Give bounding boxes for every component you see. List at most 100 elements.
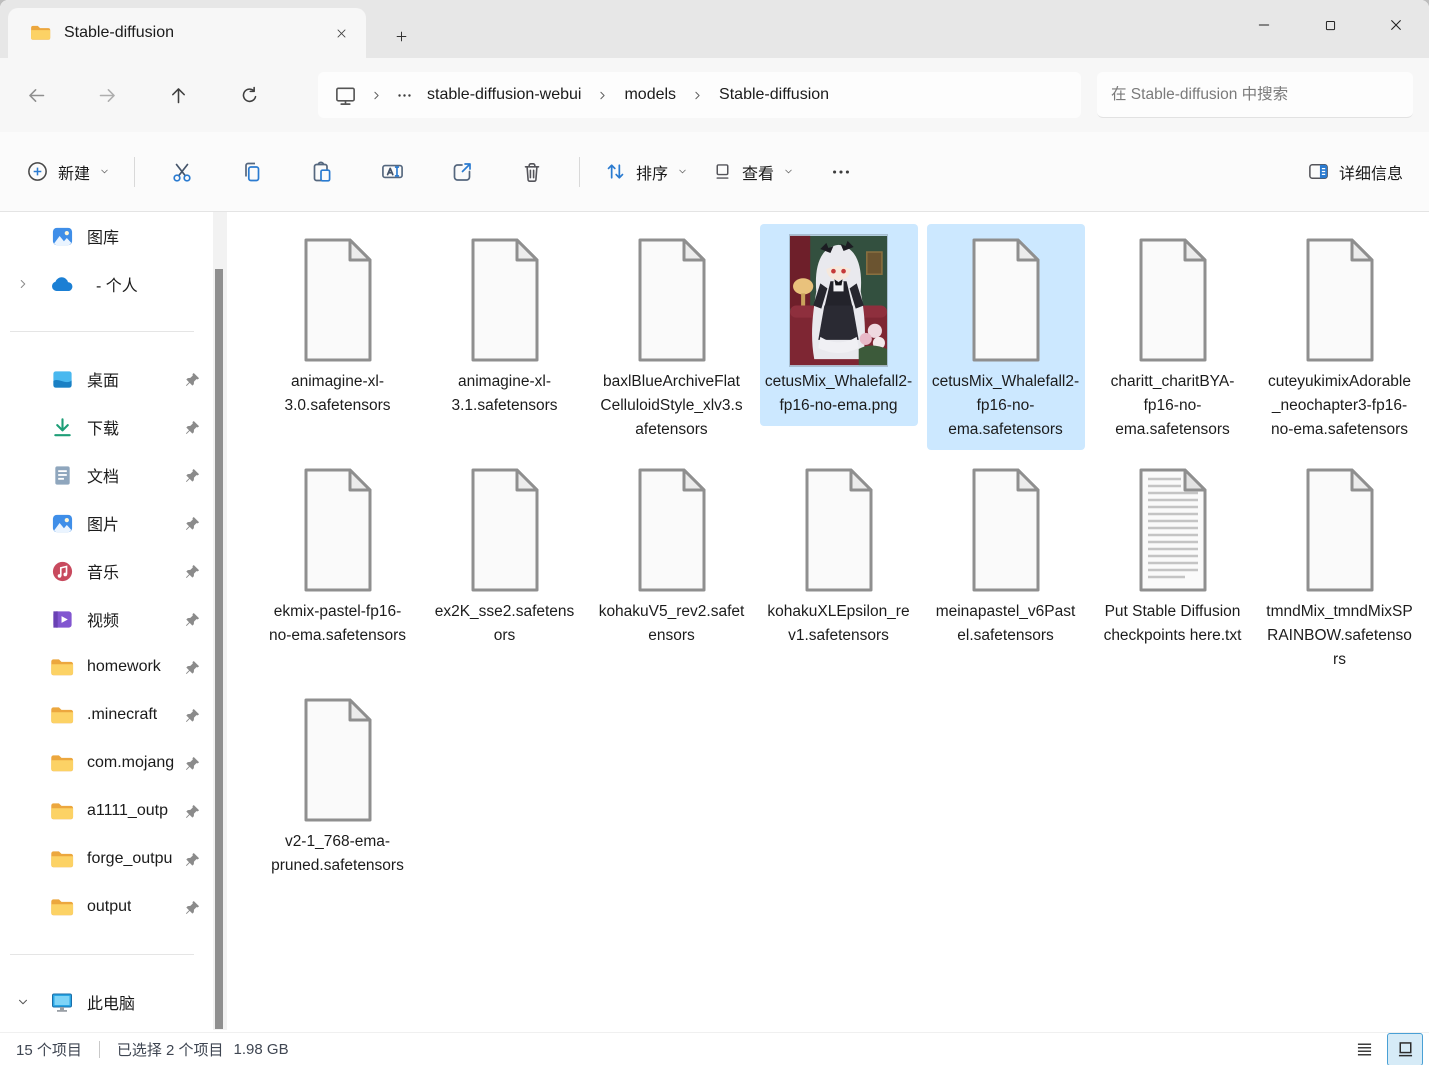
sidebar-scrollbar-thumb[interactable]	[215, 269, 223, 1029]
sidebar-item-videos[interactable]: 视频	[4, 595, 226, 643]
view-button[interactable]: 查看	[700, 150, 806, 194]
toolbar-divider	[134, 157, 135, 187]
breadcrumb: stable-diffusion-webui models Stable-dif…	[318, 72, 1081, 118]
sidebar-item-homework[interactable]: homework	[4, 643, 226, 691]
breadcrumb-item-models[interactable]: models	[616, 82, 684, 108]
file-name: tmndMix_tmndMixSPRAINBOW.safetensors	[1266, 600, 1414, 672]
delete-button[interactable]	[503, 150, 561, 194]
file-name: ex2K_sse2.safetensors	[431, 600, 579, 648]
paste-button[interactable]	[293, 150, 351, 194]
this-pc-icon[interactable]	[328, 84, 363, 107]
file-tile[interactable]: charitt_charitBYA-fp16-no-ema.safetensor…	[1094, 224, 1252, 450]
chevron-down-icon	[677, 166, 688, 177]
plus-circle-icon	[26, 160, 49, 183]
breadcrumb-item-stable-diffusion[interactable]: Stable-diffusion	[711, 82, 837, 108]
file-tile[interactable]: animagine-xl-3.0.safetensors	[259, 224, 417, 426]
window-controls	[1231, 0, 1429, 50]
sidebar-item-onedrive[interactable]: - 个人	[4, 260, 226, 308]
statusbar-divider	[99, 1041, 100, 1058]
copy-icon	[240, 160, 264, 184]
sidebar-item-output[interactable]: output	[4, 883, 226, 931]
maximize-button[interactable]	[1297, 0, 1363, 50]
file-tile[interactable]: ekmix-pastel-fp16-no-ema.safetensors	[259, 454, 417, 656]
more-options-button[interactable]	[812, 150, 870, 194]
file-icon	[1125, 236, 1221, 364]
file-name: animagine-xl-3.1.safetensors	[431, 370, 579, 418]
copy-button[interactable]	[223, 150, 281, 194]
breadcrumb-item-webui[interactable]: stable-diffusion-webui	[419, 82, 589, 108]
back-button[interactable]	[14, 73, 58, 117]
file-name: baxlBlueArchiveFlatCelluloidStyle_xlv3.s…	[598, 370, 746, 442]
file-tile[interactable]: kohakuV5_rev2.safetensors	[593, 454, 751, 656]
file-name: charitt_charitBYA-fp16-no-ema.safetensor…	[1099, 370, 1247, 442]
sidebar-item-desktop[interactable]: 桌面	[4, 355, 226, 403]
sidebar-item-downloads[interactable]: 下载	[4, 403, 226, 451]
folder-icon	[50, 847, 74, 871]
sidebar-item-this-pc[interactable]: 此电脑	[4, 978, 226, 1026]
breadcrumb-overflow-button[interactable]	[390, 87, 419, 104]
file-tile[interactable]: kohakuXLEpsilon_rev1.safetensors	[760, 454, 918, 656]
file-tile[interactable]: baxlBlueArchiveFlatCelluloidStyle_xlv3.s…	[593, 224, 751, 450]
new-button[interactable]: 新建	[14, 150, 122, 194]
sidebar-item-a1111-outp[interactable]: a1111_outp	[4, 787, 226, 835]
sidebar-item-music[interactable]: 音乐	[4, 547, 226, 595]
share-button[interactable]	[433, 150, 491, 194]
chevron-right-icon	[596, 89, 609, 102]
file-icon	[290, 236, 386, 364]
sidebar-item-gallery[interactable]: 图库	[4, 212, 226, 260]
file-icon	[958, 466, 1054, 594]
close-button[interactable]	[1363, 0, 1429, 50]
search-box	[1097, 72, 1413, 118]
minimize-button[interactable]	[1231, 0, 1297, 50]
sidebar-item-documents[interactable]: 文档	[4, 451, 226, 499]
file-tile[interactable]: v2-1_768-ema-pruned.safetensors	[259, 684, 417, 886]
search-input[interactable]	[1111, 86, 1399, 104]
cut-button[interactable]	[153, 150, 211, 194]
folder-icon	[50, 799, 74, 823]
folder-icon	[50, 751, 74, 775]
file-tile[interactable]: animagine-xl-3.1.safetensors	[426, 224, 584, 426]
file-name: kohakuXLEpsilon_rev1.safetensors	[765, 600, 913, 648]
file-tile-selected[interactable]: cetusMix_Whalefall2-fp16-no-ema.safetens…	[927, 224, 1085, 450]
sidebar-separator	[10, 954, 194, 955]
sidebar-item-pictures[interactable]: 图片	[4, 499, 226, 547]
tab-title: Stable-diffusion	[64, 24, 326, 42]
sort-button[interactable]: 排序	[592, 150, 700, 194]
chevron-down-icon[interactable]	[16, 995, 30, 1009]
list-view-button[interactable]	[1347, 1034, 1381, 1064]
pin-icon	[185, 372, 200, 387]
new-button-label: 新建	[58, 160, 90, 184]
file-tile[interactable]: meinapastel_v6Pastel.safetensors	[927, 454, 1085, 656]
chevron-right-icon[interactable]	[16, 277, 30, 291]
file-icon	[791, 466, 887, 594]
sidebar-item-com-mojang[interactable]: com.mojang	[4, 739, 226, 787]
documents-icon	[50, 463, 74, 487]
file-tile[interactable]: cuteyukimixAdorable_neochapter3-fp16-no-…	[1261, 224, 1419, 450]
rename-button[interactable]	[363, 150, 421, 194]
navigation-bar: stable-diffusion-webui models Stable-dif…	[0, 58, 1429, 132]
file-tile[interactable]: Put Stable Diffusion checkpoints here.tx…	[1094, 454, 1252, 656]
forward-button[interactable]	[85, 73, 129, 117]
sidebar-item-minecraft[interactable]: .minecraft	[4, 691, 226, 739]
icon-view-button[interactable]	[1387, 1033, 1423, 1065]
sidebar-scrollbar-track[interactable]	[213, 212, 227, 1030]
details-pane-button[interactable]: 详细信息	[1295, 150, 1415, 194]
videos-icon	[50, 607, 74, 631]
music-icon	[50, 559, 74, 583]
new-tab-button[interactable]	[386, 21, 416, 51]
tab-stable-diffusion[interactable]: Stable-diffusion	[8, 8, 366, 58]
tab-close-button[interactable]	[326, 18, 356, 48]
refresh-button[interactable]	[227, 73, 271, 117]
rename-icon	[380, 159, 405, 184]
pin-icon	[185, 564, 200, 579]
item-count: 15 个项目	[16, 1039, 82, 1060]
sort-button-label: 排序	[636, 160, 668, 184]
onedrive-cloud-icon	[50, 272, 74, 296]
up-button[interactable]	[156, 73, 200, 117]
file-tile[interactable]: ex2K_sse2.safetensors	[426, 454, 584, 656]
file-list-area: animagine-xl-3.0.safetensors animagine-x…	[230, 212, 1429, 1032]
file-tile[interactable]: tmndMix_tmndMixSPRAINBOW.safetensors	[1261, 454, 1419, 680]
trash-icon	[520, 160, 544, 184]
file-tile-selected[interactable]: cetusMix_Whalefall2-fp16-no-ema.png	[760, 224, 918, 426]
sidebar-item-forge-outpu[interactable]: forge_outpu	[4, 835, 226, 883]
